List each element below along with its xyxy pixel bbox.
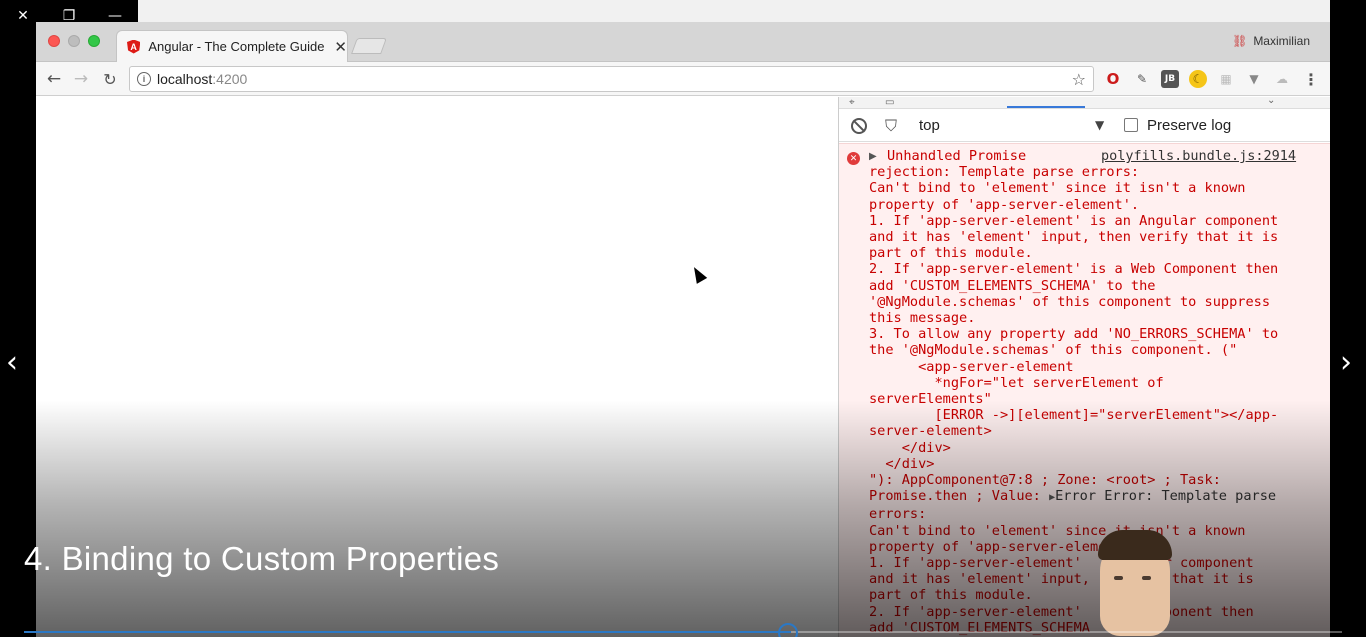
tab-close-icon[interactable]: ✕ (334, 38, 347, 56)
error-line: and it has 'element' input, then verify … (869, 229, 1279, 246)
error-line: and it has 'element' input, fy that it i… (869, 571, 1254, 588)
browser-toolbar: ← → ↻ i localhost:4200 ☆ O ✎ JB ☾ ▦ ▼ ☁ … (36, 62, 1330, 96)
devtools-tab-strip: ⌖ ▭ ⌄ (839, 97, 1330, 109)
filter-icon[interactable]: ⛉ (885, 116, 897, 136)
minimize-traffic-light[interactable] (68, 35, 80, 47)
info-icon[interactable]: i (137, 72, 151, 86)
profile-icon: ⛓ (1232, 34, 1248, 48)
error-line: part of this module. (869, 245, 1033, 262)
moon-extension-icon[interactable]: ☾ (1189, 70, 1207, 88)
next-lecture-icon[interactable]: › (1340, 348, 1352, 378)
angular-logo-icon: A (127, 39, 141, 54)
error-line: add 'CUSTOM_ELEMENTS_SCHEMA' to the (869, 277, 1156, 294)
menu-icon[interactable]: ⋮ (1302, 70, 1320, 89)
error-line: property of 'app-server-element'. (869, 196, 1140, 213)
console-toolbar: ⛉ top ▼ Preserve log (839, 110, 1330, 142)
video-progress-bar[interactable] (24, 631, 1342, 633)
error-line: property of 'app-server-eleme (869, 538, 1107, 555)
error-line: server-element> (869, 423, 992, 440)
video-progress-knob[interactable] (778, 623, 798, 637)
error-line: "): AppComponent@7:8 ; Zone: <root> ; Ta… (869, 472, 1221, 489)
error-value-prefix: Promise.then ; Value: (869, 488, 1050, 505)
error-line: the '@NgModule.schemas' of this componen… (869, 342, 1238, 359)
tab-bar: A Angular - The Complete Guide ✕ ⛓ Maxim… (36, 22, 1330, 62)
zoom-traffic-light[interactable] (88, 35, 100, 47)
opera-extension-icon[interactable]: O (1104, 70, 1122, 88)
error-line: *ngFor="let serverElement of (934, 374, 1164, 391)
error-value-text: Error Error: Template parse (1055, 488, 1277, 505)
error-line: 1. If 'app-server-element' is an Angular… (869, 212, 1279, 229)
clear-console-icon[interactable] (851, 118, 867, 134)
jetbrains-extension-icon[interactable]: JB (1161, 70, 1179, 88)
url-port: :4200 (212, 71, 248, 87)
error-line: </div> (901, 439, 951, 456)
error-line: <app-server-element (918, 358, 1074, 375)
screen: ✕ ❐ — A Angular - The Complete Guide ✕ ⛓… (0, 0, 1366, 637)
error-line: 2. If 'app-server-element' is a Web Comp… (869, 261, 1279, 278)
error-line: 1. If 'app-server-element' ular componen… (869, 555, 1254, 572)
device-icon[interactable]: ▭ (885, 97, 894, 108)
address-bar[interactable]: i localhost:4200 ☆ (129, 66, 1094, 92)
forward-icon[interactable]: → (70, 68, 92, 90)
error-line: Can't bind to 'element' since it isn't a… (869, 522, 1246, 539)
error-lines-b: errors: Can't bind to 'element' since it… (869, 506, 1254, 635)
profile-name: Maximilian (1253, 34, 1310, 48)
cloud-extension-icon[interactable]: ☁ (1273, 70, 1291, 88)
preserve-log-label: Preserve log (1147, 117, 1232, 134)
error-line: '@NgModule.schemas' of this component to… (869, 293, 1271, 310)
error-line: errors: (869, 506, 927, 523)
presenter-eye (1142, 576, 1151, 580)
presenter-webcam (1092, 528, 1182, 637)
presenter-hair (1098, 530, 1172, 560)
grid-extension-icon[interactable]: ▦ (1217, 70, 1235, 88)
error-value-line: Promise.then ; Value: ▶Error Error: Temp… (869, 488, 1276, 504)
close-traffic-light[interactable] (48, 35, 60, 47)
error-line: rejection: Template parse errors: (869, 164, 1140, 181)
previous-lecture-icon[interactable]: ‹ (6, 348, 18, 378)
console-error-message[interactable]: ✕ ▶ polyfills.bundle.js:2914 Unhandled P… (839, 143, 1330, 637)
error-line: [ERROR ->][element]="serverElement"></ap… (934, 407, 1279, 424)
video-title: 4. Binding to Custom Properties (24, 540, 500, 577)
top-strip (138, 0, 1330, 22)
profile-button[interactable]: ⛓ Maximilian (1232, 34, 1310, 48)
color-picker-extension-icon[interactable]: ✎ (1133, 70, 1151, 88)
back-icon[interactable]: ← (43, 68, 65, 90)
bookmark-star-icon[interactable]: ☆ (1072, 70, 1086, 89)
vue-extension-icon[interactable]: ▼ (1245, 70, 1263, 88)
error-line: this message. (869, 310, 976, 327)
tab-title: Angular - The Complete Guide (148, 39, 325, 54)
error-line: </div> (885, 455, 935, 472)
error-line: 3. To allow any property add 'NO_ERRORS_… (869, 326, 1279, 343)
devtools-panel: ⌖ ▭ ⌄ ⛉ top ▼ Preserve log ✕ ▶ polyfills… (838, 97, 1330, 637)
error-line: 2. If 'app-server-element' Component the… (869, 603, 1254, 620)
preserve-log-checkbox[interactable] (1124, 118, 1138, 132)
error-first-line: Unhandled Promise (887, 148, 1027, 164)
new-tab-button[interactable] (351, 38, 387, 54)
inspect-icon[interactable]: ⌖ (849, 97, 855, 108)
active-tab-console[interactable] (1007, 106, 1085, 108)
error-line: Can't bind to 'element' since it isn't a… (869, 180, 1246, 197)
chevron-down-icon[interactable]: ▼ (1095, 118, 1104, 132)
error-line: part of this module. (869, 587, 1033, 604)
devtools-menu-icon[interactable]: ⌄ (1267, 97, 1275, 106)
reload-icon[interactable]: ↻ (99, 68, 121, 90)
error-icon: ✕ (847, 152, 860, 165)
tab-angular-guide[interactable]: A Angular - The Complete Guide ✕ (116, 30, 348, 62)
error-lines-a: rejection: Template parse errors: Can't … (869, 164, 1278, 488)
video-progress-fill (24, 631, 792, 633)
url-host: localhost (157, 71, 213, 87)
context-select[interactable]: top (919, 117, 940, 134)
presenter-eye (1114, 576, 1123, 580)
error-line: add 'CUSTOM_ELEMENTS_SCHEMA (869, 619, 1090, 636)
error-line: serverElements" (869, 391, 992, 408)
